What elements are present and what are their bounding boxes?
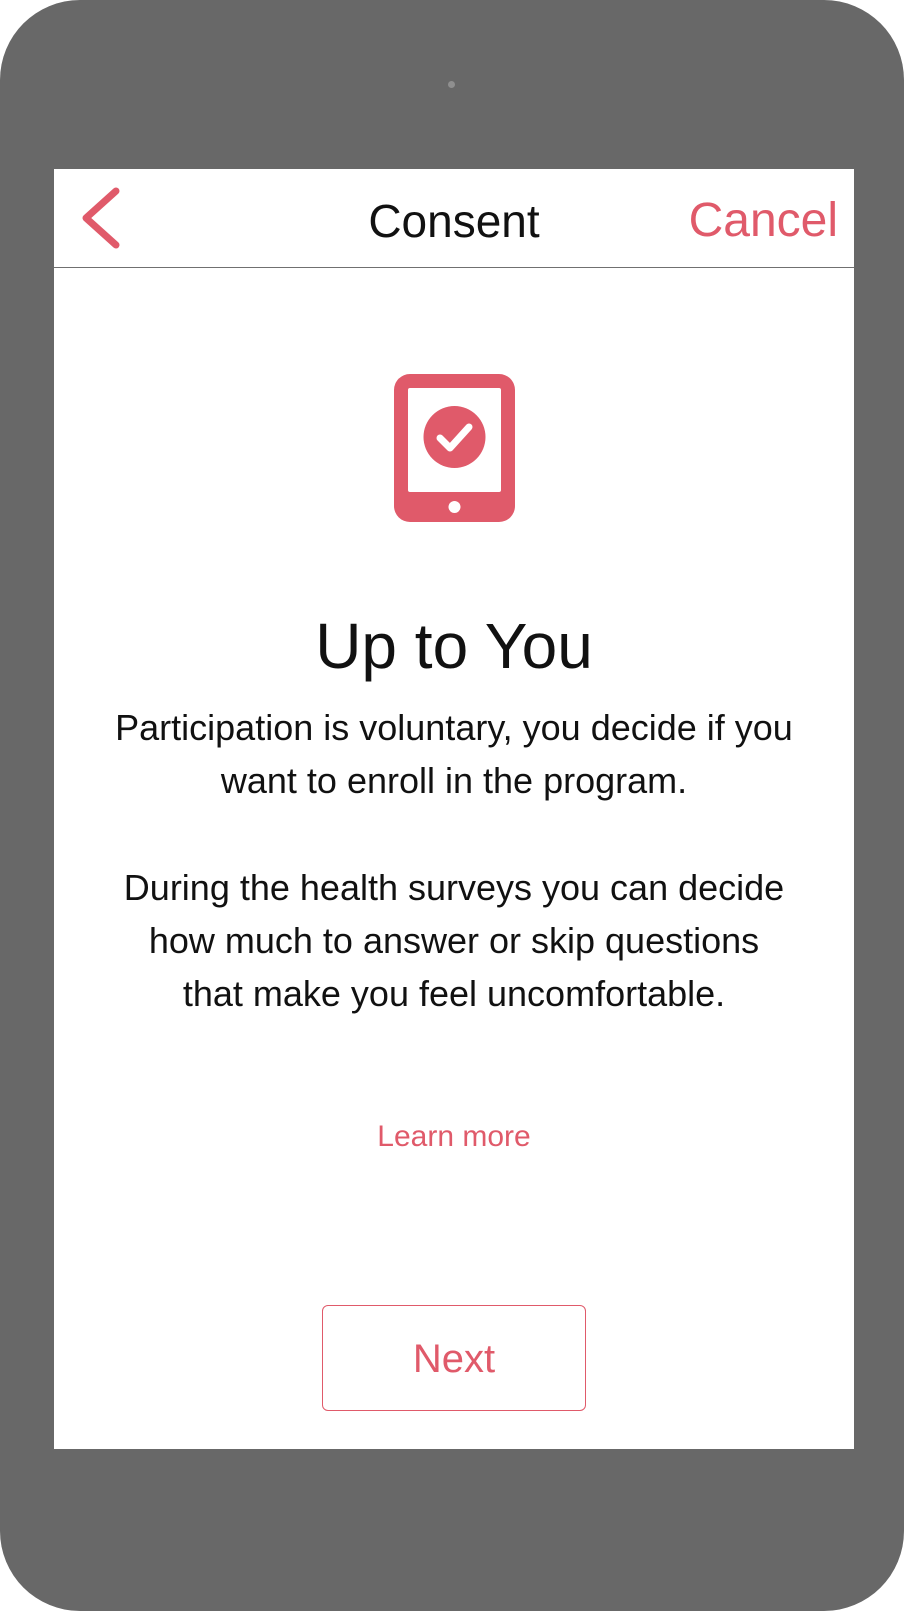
back-button[interactable] <box>76 187 136 251</box>
screen: Consent Cancel Up to You Participation i… <box>54 169 854 1449</box>
voluntary-paragraph: Participation is voluntary, you decide i… <box>115 707 793 801</box>
chevron-left-icon <box>82 187 120 249</box>
tablet-check-icon <box>394 374 515 522</box>
next-button[interactable]: Next <box>322 1305 586 1411</box>
cancel-button[interactable]: Cancel <box>689 169 838 267</box>
surveys-paragraph: During the health surveys you can decide… <box>123 867 785 1014</box>
navigation-bar: Consent Cancel <box>54 169 854 268</box>
learn-more-link[interactable]: Learn more <box>54 1120 854 1154</box>
camera-dot <box>448 81 455 88</box>
screen-heading: Up to You <box>315 610 593 682</box>
device-frame: Consent Cancel Up to You Participation i… <box>0 0 904 1611</box>
